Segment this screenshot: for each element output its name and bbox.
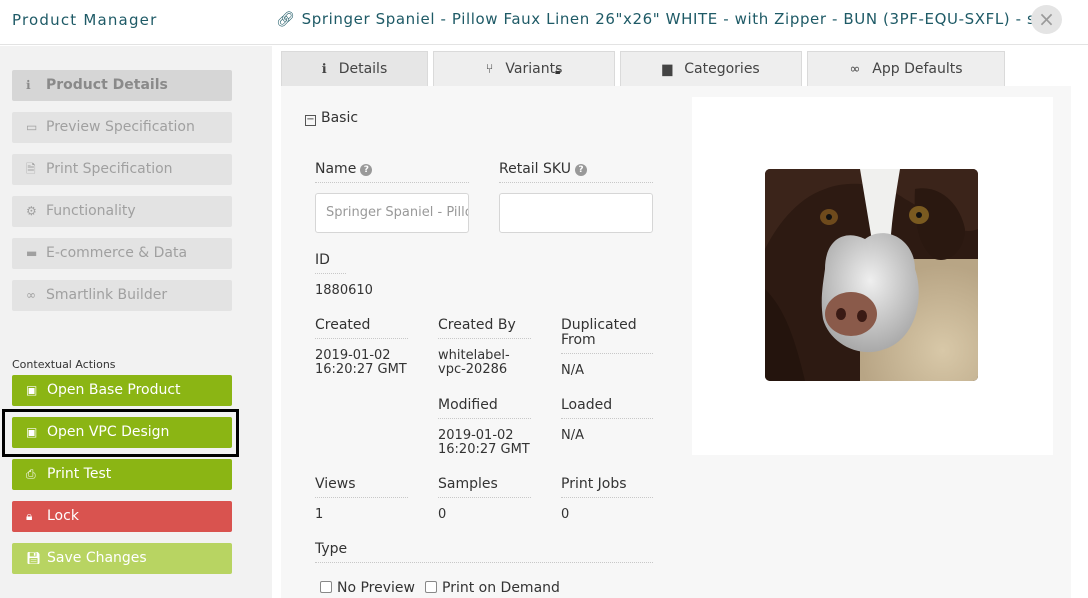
contextual-actions-heading: Contextual Actions — [12, 358, 116, 371]
product-image — [765, 169, 978, 381]
folder-icon: ▆ — [662, 62, 673, 77]
modified-label: Modified — [438, 398, 531, 419]
duplicated-from-value: N/A — [561, 363, 584, 378]
samples-label: Samples — [438, 477, 531, 498]
loaded-label: Loaded — [561, 398, 653, 419]
nav-product-details[interactable]: ℹ Product Details — [12, 70, 232, 101]
nav-product-details-label: Product Details — [46, 77, 168, 93]
tab-categories-label: Categories — [684, 61, 760, 77]
close-button[interactable]: × — [1031, 5, 1062, 34]
checkbox-box[interactable] — [425, 581, 437, 593]
print-test-button[interactable]: ⎙ Print Test — [12, 459, 232, 490]
open-vpc-design-button[interactable]: ▣ Open VPC Design — [12, 417, 232, 448]
views-value: 1 — [315, 507, 324, 522]
print-on-demand-checkbox[interactable]: Print on Demand — [425, 580, 560, 596]
tab-app-defaults[interactable]: ∞ App Defaults — [807, 51, 1005, 86]
retail-sku-label: Retail SKU? — [499, 162, 653, 183]
printer-icon: ⎙ — [26, 467, 36, 481]
created-label: Created — [315, 318, 408, 339]
name-label: Name? — [315, 162, 469, 183]
cogs-icon: ⚙ — [26, 204, 37, 218]
duplicated-from-label: Duplicated From — [561, 318, 653, 354]
close-icon: × — [1038, 7, 1055, 31]
lock-label: Lock — [47, 508, 79, 524]
info-icon: ℹ — [321, 62, 327, 77]
no-preview-checkbox[interactable]: No Preview — [320, 580, 415, 596]
product-title-text: Springer Spaniel - Pillow Faux Linen 26"… — [301, 10, 1058, 28]
print-on-demand-label: Print on Demand — [442, 580, 560, 596]
nav-preview-specification-label: Preview Specification — [46, 119, 195, 135]
pdf-file-icon: 🗎 — [26, 162, 36, 176]
name-field[interactable]: Springer Spaniel - Pillow Faux Linen — [315, 193, 469, 233]
tab-variants[interactable]: ⑂ Variants 🔒︎ — [433, 51, 615, 86]
no-preview-label: No Preview — [337, 580, 415, 596]
tab-categories[interactable]: ▆ Categories — [620, 51, 802, 86]
nav-ecommerce-data[interactable]: ▬ E-commerce & Data — [12, 238, 232, 269]
info-icon: ℹ — [26, 78, 31, 92]
open-icon: ▣ — [26, 383, 38, 397]
header-bar: Product Manager 🔗︎ Springer Spaniel - Pil… — [0, 0, 1088, 45]
tab-app-defaults-label: App Defaults — [872, 61, 963, 77]
nav-preview-specification[interactable]: ▭ Preview Specification — [12, 112, 232, 143]
help-icon[interactable]: ? — [574, 164, 587, 176]
app-title: Product Manager — [12, 11, 158, 29]
modified-value: 2019-01-02 16:20:27 GMT — [438, 428, 530, 457]
basic-section-label: Basic — [321, 110, 359, 126]
print-jobs-label: Print Jobs — [561, 477, 653, 498]
link-icon: 🔗︎ — [276, 10, 296, 28]
branch-icon: ⑂ — [485, 62, 494, 77]
retail-sku-field[interactable] — [499, 193, 653, 233]
retail-sku-label-text: Retail SKU — [499, 161, 571, 177]
save-changes-label: Save Changes — [47, 550, 147, 566]
created-value: 2019-01-02 16:20:27 GMT — [315, 348, 407, 377]
samples-value: 0 — [438, 507, 447, 522]
print-jobs-value: 0 — [561, 507, 570, 522]
save-changes-button[interactable]: 💾︎ Save Changes — [12, 543, 232, 574]
help-icon[interactable]: ? — [360, 164, 373, 176]
credit-card-icon: ▬ — [26, 246, 38, 260]
save-icon: 💾︎ — [26, 551, 42, 565]
nav-functionality-label: Functionality — [46, 203, 136, 219]
basic-section-toggle[interactable]: − Basic — [305, 110, 358, 126]
print-test-label: Print Test — [47, 466, 112, 482]
nav-print-specification[interactable]: 🗎 Print Specification — [12, 154, 232, 185]
open-base-product-button[interactable]: ▣ Open Base Product — [12, 375, 232, 406]
nav-functionality[interactable]: ⚙ Functionality — [12, 196, 232, 227]
name-label-text: Name — [315, 161, 357, 177]
tab-details[interactable]: ℹ Details — [281, 51, 428, 86]
tab-details-label: Details — [338, 61, 388, 77]
id-value: 1880610 — [315, 283, 373, 298]
collapse-icon: − — [305, 114, 316, 126]
open-icon: ▣ — [26, 425, 38, 439]
lock-icon: 🔒︎ — [26, 509, 33, 523]
link-icon: ∞ — [849, 62, 861, 77]
spaniel-pillow-image — [765, 169, 978, 381]
open-vpc-design-label: Open VPC Design — [47, 424, 170, 440]
checkbox-box[interactable] — [320, 581, 332, 593]
nav-ecommerce-data-label: E-commerce & Data — [46, 245, 188, 261]
open-base-product-label: Open Base Product — [47, 382, 181, 398]
loaded-value: N/A — [561, 428, 584, 443]
tab-variants-label: Variants — [505, 61, 563, 77]
nav-smartlink-builder[interactable]: ∞ Smartlink Builder — [12, 280, 232, 311]
views-label: Views — [315, 477, 408, 498]
nav-smartlink-builder-label: Smartlink Builder — [46, 287, 168, 303]
type-label: Type — [315, 542, 653, 563]
monitor-icon: ▭ — [26, 120, 38, 134]
link-icon: ∞ — [26, 288, 36, 302]
lock-button[interactable]: 🔒︎ Lock — [12, 501, 232, 532]
product-title[interactable]: 🔗︎ Springer Spaniel - Pillow Faux Linen 2… — [276, 10, 1058, 28]
nav-print-specification-label: Print Specification — [46, 161, 173, 177]
lock-icon: 🔒︎ — [555, 66, 561, 77]
id-label: ID — [315, 253, 346, 274]
created-by-value: whitelabel-vpc-20286 — [438, 348, 510, 377]
created-by-label: Created By — [438, 318, 531, 339]
